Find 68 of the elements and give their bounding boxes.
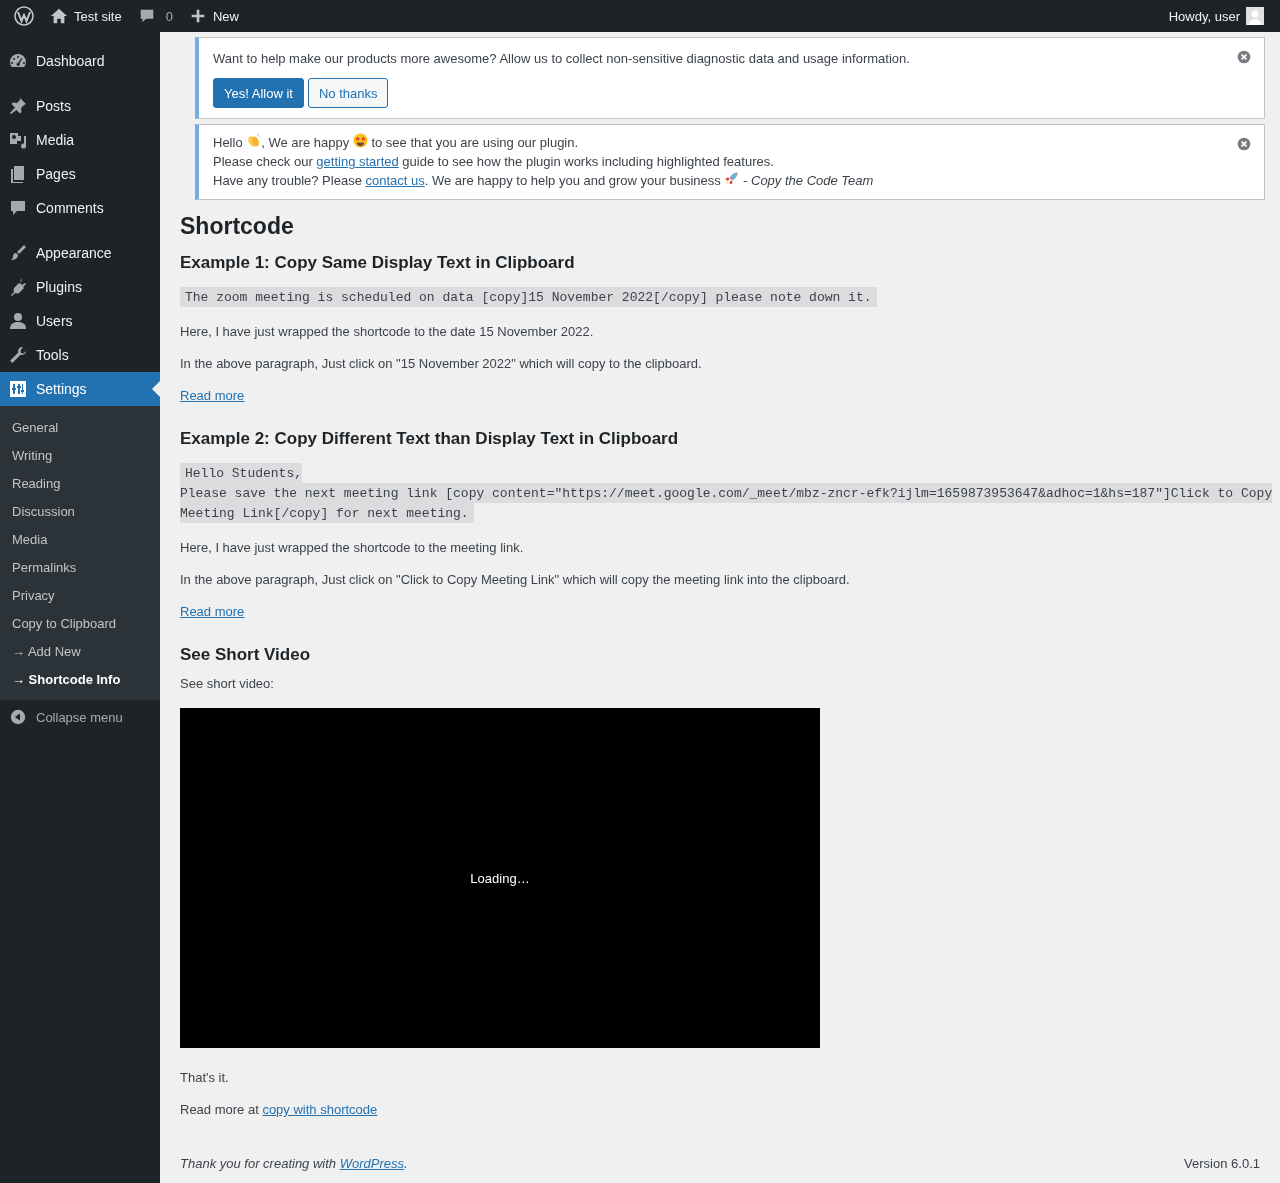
menu-item[interactable]: Pages [0,157,160,191]
paragraph: Read more at copy with shortcode [180,1101,379,1119]
account-link[interactable]: Howdy, user [1160,0,1272,32]
menu-item[interactable]: Posts [0,89,160,123]
submenu-item[interactable]: Reading [0,469,160,497]
close-icon[interactable] [1237,50,1251,64]
brush-icon [8,243,28,263]
pin-icon [8,96,28,116]
new-link[interactable]: New [180,0,247,32]
comments-link[interactable]: 0 [129,0,181,32]
menu-item[interactable]: Dashboard [0,44,160,78]
link[interactable]: WordPress [339,1156,404,1171]
section-heading: Example 2: Copy Different Text than Display Text in Clipboard [180,428,680,450]
sliders-icon [8,379,28,399]
paragraph: Here, I have just wrapped the shortcode to the date 15 November 2022. [180,323,595,341]
submenu-item[interactable]: General [0,413,160,441]
menu-item[interactable]: Users [0,304,160,338]
menu-item[interactable]: Plugins [0,270,160,304]
decline-button[interactable]: No thanks [307,78,389,108]
submenu-item[interactable]: → Shortcode Info [0,665,160,693]
link[interactable]: copy with shortcode [262,1102,378,1117]
submenu-item[interactable]: Privacy [0,581,160,609]
menu-item[interactable]: Media [0,123,160,157]
submenu-item[interactable]: Media [0,525,160,553]
section-heading: See Short Video [180,644,312,666]
user-icon [8,311,28,331]
submenu-item[interactable]: Permalinks [0,553,160,581]
section-heading: Example 1: Copy Same Display Text in Clipboard [180,252,576,274]
link[interactable]: Read more [180,388,245,403]
menu-item[interactable]: Comments [0,191,160,225]
wrench-icon [8,345,28,365]
rocket-icon [724,171,740,186]
notice-text: Have any trouble? Please contact us. We are happy to help you and grow your business - Copy the Code Team [213,171,875,190]
star-struck-emoji-icon [352,133,368,148]
page-title: Shortcode [180,212,295,241]
clapping-hands-icon [246,133,262,148]
logo-icon[interactable] [14,6,34,26]
close-icon[interactable] [1237,137,1251,151]
media-icon [8,130,28,150]
notice-text: Hello , We are happy to see that you are using our plugin. [213,133,580,152]
version-text: Version 6.0.1 [1184,1156,1260,1171]
paragraph: In the above paragraph, Just click on "Click to Copy Meeting Link" which will copy the meeting link into the clipboard. [180,571,851,589]
paragraph: That's it. [180,1069,230,1087]
site-link[interactable]: Test site [42,0,130,32]
paragraph: In the above paragraph, Just click on "15 November 2022" which will copy to the clipboard. [180,355,703,373]
collapse-menu[interactable]: Collapse menu [0,700,160,734]
current-pointer [152,381,160,397]
footer-text: Thank you for creating with WordPress. [180,1156,408,1171]
notice-text: Want to help make our products more awesome? Allow us to collect non-sensitive diagnostic data and usage information. [213,50,911,68]
comment-icon [8,198,28,218]
submenu-item[interactable]: → Add New [0,637,160,665]
paragraph: See short video: [180,675,275,693]
home-icon [50,7,68,25]
menu-item[interactable]: Tools [0,338,160,372]
collapse-icon [10,709,26,725]
link[interactable]: contact us [365,173,425,188]
loading-text: Loading… [470,870,530,886]
link[interactable]: Read more [180,604,245,619]
menu-item[interactable]: Appearance [0,236,160,270]
link[interactable]: getting started [316,154,399,169]
menu-item[interactable]: Settings [0,372,160,406]
allow-button[interactable]: Yes! Allow it [213,78,304,108]
submenu-item[interactable]: Writing [0,441,160,469]
notice-text: Please check our getting started guide to see how the plugin works including highlighted features. [213,153,775,171]
paragraph: Here, I have just wrapped the shortcode to the meeting link. [180,539,525,557]
submenu-item[interactable]: Discussion [0,497,160,525]
submenu-item[interactable]: Copy to Clipboard [0,609,160,637]
video-player[interactable]: Loading… [180,708,820,1048]
